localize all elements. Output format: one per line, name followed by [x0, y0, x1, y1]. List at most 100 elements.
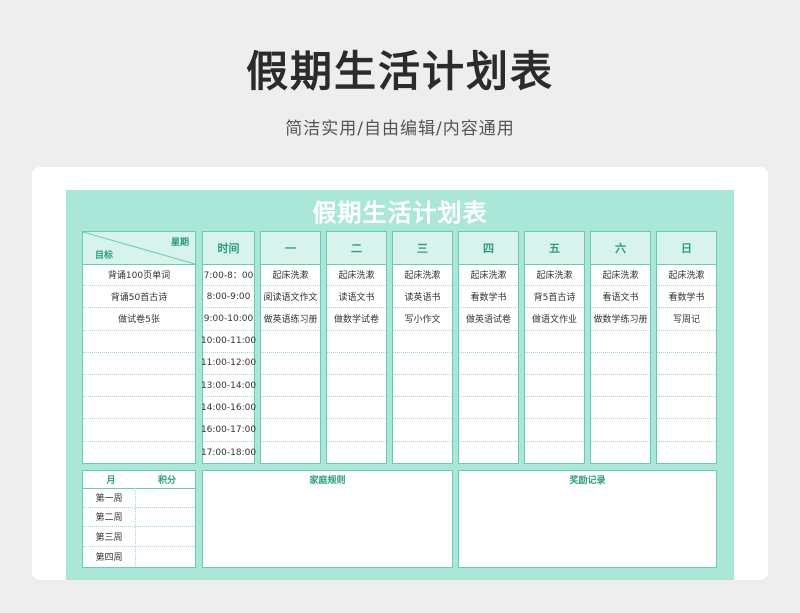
score-row: 第四周	[83, 546, 195, 567]
task-cell[interactable]	[261, 375, 320, 398]
task-cell[interactable]	[393, 397, 452, 420]
task-cell[interactable]: 写小作文	[393, 308, 452, 331]
day-header: 日	[657, 232, 716, 265]
time-cell: 9:00-10:00	[203, 308, 254, 331]
time-cell: 17:00-18:00	[200, 447, 257, 458]
task-cell[interactable]	[657, 419, 716, 442]
rewards-box[interactable]: 奖励记录	[458, 470, 717, 568]
task-cell[interactable]	[657, 397, 716, 420]
task-cell[interactable]	[459, 331, 518, 353]
task-cell[interactable]	[327, 419, 386, 442]
page-subtitle: 简洁实用/自由编辑/内容通用	[285, 119, 515, 139]
score-cell[interactable]	[136, 527, 195, 546]
task-cell[interactable]: 做数学练习册	[591, 308, 650, 331]
goals-header: 星期 目标	[83, 232, 195, 265]
task-cell[interactable]	[393, 375, 452, 398]
task-cell[interactable]	[525, 397, 584, 420]
task-cell[interactable]: 起床洗漱	[657, 264, 716, 287]
task-cell[interactable]: 看数学书	[657, 286, 716, 309]
task-cell[interactable]: 做英语练习册	[261, 308, 320, 331]
task-cell[interactable]: 读语文书	[327, 286, 386, 309]
task-cell[interactable]	[459, 397, 518, 420]
goal-cell[interactable]: 背诵50首古诗	[83, 286, 195, 309]
day-column-sat: 六 起床洗漱 看语文书 做数学练习册	[590, 231, 651, 464]
task-cell[interactable]	[393, 442, 452, 464]
task-cell[interactable]	[459, 375, 518, 398]
score-cell[interactable]	[136, 508, 195, 527]
task-cell[interactable]	[591, 353, 650, 375]
task-cell[interactable]	[261, 353, 320, 375]
task-cell[interactable]: 看数学书	[459, 286, 518, 309]
goal-cell[interactable]	[83, 419, 195, 442]
sheet-title: 假期生活计划表	[312, 199, 488, 227]
task-cell[interactable]	[591, 397, 650, 420]
task-cell[interactable]	[261, 442, 320, 464]
rewards-title: 奖励记录	[569, 476, 606, 486]
task-cell[interactable]	[459, 353, 518, 375]
score-cell[interactable]	[136, 488, 195, 507]
task-cell[interactable]	[327, 331, 386, 353]
goal-cell[interactable]: 背诵100页单词	[83, 264, 195, 287]
task-cell[interactable]	[591, 442, 650, 464]
task-cell[interactable]: 写周记	[657, 308, 716, 331]
task-cell[interactable]: 做英语试卷	[459, 308, 518, 331]
task-cell[interactable]	[525, 419, 584, 442]
task-cell[interactable]	[657, 331, 716, 353]
task-cell[interactable]: 读英语书	[393, 286, 452, 309]
goal-label: 目标	[95, 251, 114, 261]
task-cell[interactable]	[657, 375, 716, 398]
page-title: 假期生活计划表	[245, 47, 554, 96]
task-cell[interactable]: 背5首古诗	[525, 286, 584, 309]
task-cell[interactable]: 起床洗漱	[591, 264, 650, 287]
task-cell[interactable]: 起床洗漱	[261, 264, 320, 287]
goal-cell[interactable]: 做试卷5张	[83, 308, 195, 331]
task-cell[interactable]: 做数学试卷	[327, 308, 386, 331]
family-rules-title: 家庭规则	[309, 476, 346, 486]
day-column-fri: 五 起床洗漱 背5首古诗 做语文作业	[524, 231, 585, 464]
task-cell[interactable]: 起床洗漱	[459, 264, 518, 287]
goal-cell[interactable]	[83, 353, 195, 375]
task-cell[interactable]	[525, 331, 584, 353]
time-panel: 时间 7:00-8：00 8:00-9:00 9:00-10:00 10:00-…	[200, 231, 257, 464]
task-cell[interactable]	[393, 419, 452, 442]
goal-cell[interactable]	[83, 442, 195, 464]
goal-cell[interactable]	[83, 397, 195, 420]
score-header: 月 积分	[83, 471, 195, 489]
score-panel: 月 积分 第一周 第二周 第三周 第四周	[82, 470, 196, 568]
task-cell[interactable]	[459, 442, 518, 464]
task-cell[interactable]	[261, 419, 320, 442]
time-cell: 8:00-9:00	[203, 286, 254, 309]
day-header: 三	[393, 232, 452, 265]
task-cell[interactable]	[591, 419, 650, 442]
task-cell[interactable]	[525, 375, 584, 398]
task-cell[interactable]: 起床洗漱	[525, 264, 584, 287]
task-cell[interactable]	[393, 353, 452, 375]
day-header: 一	[261, 232, 320, 265]
task-cell[interactable]	[327, 353, 386, 375]
task-cell[interactable]: 起床洗漱	[327, 264, 386, 287]
task-cell[interactable]	[657, 442, 716, 464]
task-cell[interactable]	[327, 442, 386, 464]
task-cell[interactable]: 看语文书	[591, 286, 650, 309]
task-cell[interactable]	[327, 397, 386, 420]
task-cell[interactable]	[591, 375, 650, 398]
task-cell[interactable]: 做语文作业	[525, 308, 584, 331]
task-cell[interactable]	[261, 331, 320, 353]
score-cell[interactable]	[136, 547, 195, 567]
task-cell[interactable]: 阅读语文作文	[261, 286, 320, 309]
task-cell[interactable]	[525, 442, 584, 464]
task-cell[interactable]	[327, 375, 386, 398]
time-cell: 10:00-11:00	[201, 331, 256, 353]
task-cell[interactable]	[525, 353, 584, 375]
task-cell[interactable]: 起床洗漱	[393, 264, 452, 287]
task-cell[interactable]	[393, 331, 452, 353]
time-cell: 13:00-14:00	[201, 375, 256, 398]
goal-cell[interactable]	[83, 375, 195, 398]
task-cell[interactable]	[261, 397, 320, 420]
family-rules-box[interactable]: 家庭规则	[202, 470, 453, 568]
task-cell[interactable]	[459, 419, 518, 442]
task-cell[interactable]	[657, 353, 716, 375]
goal-cell[interactable]	[83, 331, 195, 353]
week-name: 第一周	[83, 488, 136, 507]
task-cell[interactable]	[591, 331, 650, 353]
